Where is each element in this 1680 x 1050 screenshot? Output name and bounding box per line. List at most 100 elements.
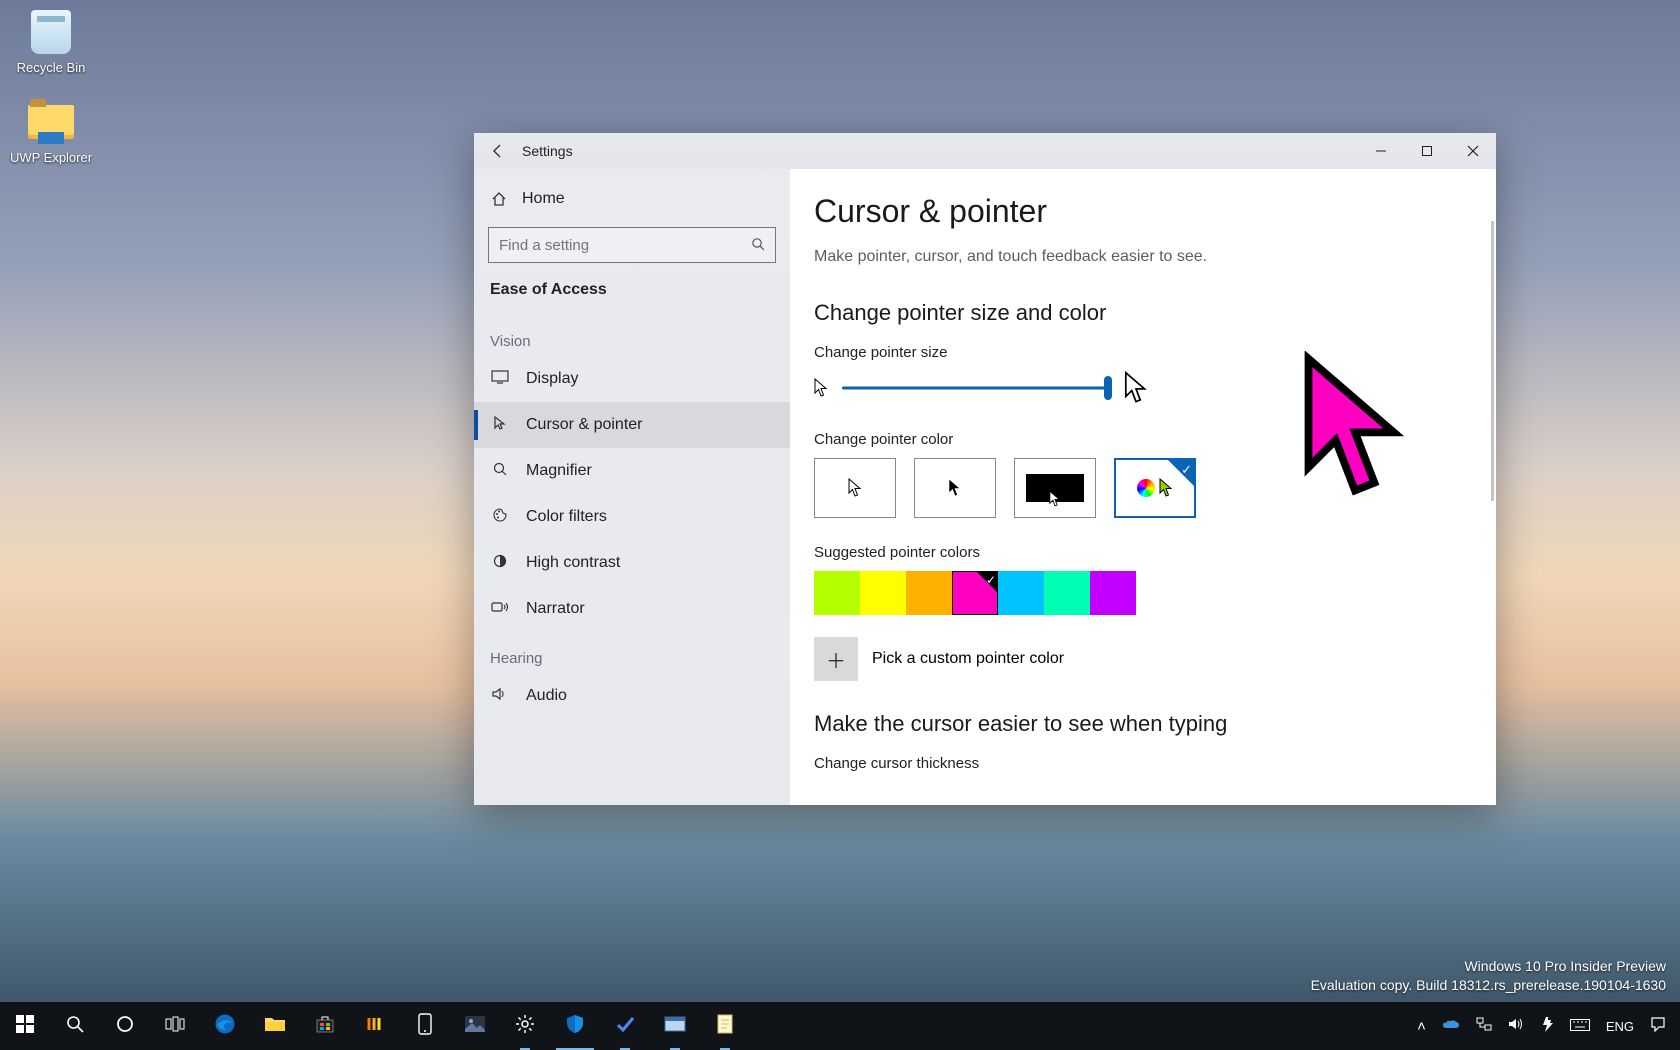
sidebar-group-vision: Vision (474, 315, 790, 356)
gear-icon (515, 1014, 535, 1039)
sidebar-item-audio[interactable]: Audio (474, 673, 790, 719)
onedrive-icon (1442, 1018, 1460, 1035)
desktop-icon-recycle-bin[interactable]: Recycle Bin (6, 6, 96, 75)
sidebar-item-display[interactable]: Display (474, 356, 790, 402)
pointer-size-slider[interactable] (842, 378, 1110, 398)
pointer-color-custom[interactable] (1114, 458, 1196, 518)
color-swatch[interactable] (998, 571, 1044, 615)
taskbar-item-search[interactable] (50, 1002, 100, 1050)
slider-thumb[interactable] (1104, 376, 1112, 400)
chevron-up-icon: ˄ (1417, 1018, 1426, 1035)
section-heading-cursor-typing: Make the cursor easier to see when typin… (814, 711, 1468, 737)
pointer-preview (1300, 351, 1410, 511)
sidebar-item-magnifier[interactable]: Magnifier (474, 448, 790, 494)
sidebar-item-cursor-pointer[interactable]: Cursor & pointer (474, 402, 790, 448)
pointer-color-inverted[interactable] (1014, 458, 1096, 518)
color-swatch[interactable] (906, 571, 952, 615)
close-button[interactable] (1450, 133, 1496, 169)
nav-label: Audio (526, 687, 567, 705)
tray-language[interactable]: ENG (1598, 1002, 1642, 1050)
note-icon (717, 1014, 733, 1039)
plus-icon: ＋ (826, 645, 846, 674)
color-swatch[interactable] (1044, 571, 1090, 615)
custom-color-row: ＋ Pick a custom pointer color (814, 637, 1468, 681)
cursor-inverted-icon (1049, 490, 1061, 508)
scrollbar[interactable] (1491, 221, 1494, 501)
nav-label: Cursor & pointer (526, 416, 643, 434)
taskbar-item-security[interactable] (550, 1002, 600, 1050)
color-swatch[interactable] (860, 571, 906, 615)
taskbar-item-edge[interactable] (200, 1002, 250, 1050)
taskbar-item-todo[interactable] (600, 1002, 650, 1050)
nav-label: High contrast (526, 554, 620, 572)
page-subtitle: Make pointer, cursor, and touch feedback… (814, 248, 1468, 266)
pointer-color-black[interactable] (914, 458, 996, 518)
taskbar-item-phone[interactable] (400, 1002, 450, 1050)
tray-onedrive[interactable] (1434, 1002, 1468, 1050)
sidebar-item-narrator[interactable]: Narrator (474, 586, 790, 632)
desktop-watermark: Windows 10 Pro Insider Preview Evaluatio… (1311, 957, 1666, 996)
color-swatch[interactable] (814, 571, 860, 615)
inverted-bg (1026, 474, 1084, 502)
taskbar: ˄ ENG (0, 1002, 1680, 1050)
settings-category: Ease of Access (474, 273, 790, 315)
nav-label: Color filters (526, 508, 607, 526)
recycle-bin-icon (25, 6, 77, 58)
tray-volume[interactable] (1500, 1002, 1532, 1050)
page-title: Cursor & pointer (814, 193, 1468, 230)
taskbar-item-store[interactable] (300, 1002, 350, 1050)
back-button[interactable] (474, 133, 522, 169)
pointer-color-white[interactable] (814, 458, 896, 518)
titlebar[interactable]: Settings (474, 133, 1496, 169)
taskbar-item-app1[interactable] (350, 1002, 400, 1050)
tray-action-center[interactable] (1642, 1002, 1674, 1050)
search-icon (66, 1015, 84, 1038)
taskbar-item-photos[interactable] (450, 1002, 500, 1050)
taskbar-item-settings[interactable] (500, 1002, 550, 1050)
color-swatch[interactable] (1090, 571, 1136, 615)
sidebar-home[interactable]: Home (474, 177, 790, 221)
system-tray: ˄ ENG (1409, 1002, 1680, 1050)
minimize-button[interactable] (1358, 133, 1404, 169)
tray-chevron[interactable]: ˄ (1409, 1002, 1434, 1050)
circle-icon (116, 1015, 134, 1038)
cursor-white-icon (848, 478, 862, 498)
settings-search[interactable] (488, 227, 776, 263)
network-icon (1476, 1017, 1492, 1035)
sidebar-item-high-contrast[interactable]: High contrast (474, 540, 790, 586)
desktop-icon-uwp-explorer[interactable]: UWP Explorer (6, 96, 96, 165)
pick-custom-color-button[interactable]: ＋ (814, 637, 858, 681)
color-swatch[interactable] (952, 571, 998, 615)
taskbar-item-notes[interactable] (700, 1002, 750, 1050)
notification-icon (1650, 1016, 1666, 1036)
speaker-icon (490, 687, 510, 706)
search-input[interactable] (499, 237, 743, 254)
settings-window: Settings Home Ease of Access Vision (474, 133, 1496, 805)
section-heading-size-color: Change pointer size and color (814, 300, 1468, 326)
taskbar-item-task-view[interactable] (150, 1002, 200, 1050)
sidebar-group-hearing: Hearing (474, 632, 790, 673)
cursor-small-icon (814, 378, 828, 398)
magnifier-icon (490, 461, 510, 482)
taskbar-item-file-explorer[interactable] (250, 1002, 300, 1050)
settings-sidebar: Home Ease of Access Vision Display Curso… (474, 169, 790, 805)
volume-icon (1508, 1017, 1524, 1035)
tray-keyboard[interactable] (1562, 1002, 1598, 1050)
cursor-thickness-label: Change cursor thickness (814, 755, 1468, 772)
taskview-icon (165, 1016, 185, 1037)
selected-check-icon (976, 571, 998, 593)
sidebar-item-color-filters[interactable]: Color filters (474, 494, 790, 540)
tray-network[interactable] (1468, 1002, 1500, 1050)
desktop-icon-label: Recycle Bin (6, 60, 96, 75)
selected-check-icon (1168, 460, 1194, 486)
taskbar-item-cortana[interactable] (100, 1002, 150, 1050)
maximize-button[interactable] (1404, 133, 1450, 169)
cursor-black-icon (948, 478, 962, 498)
tray-power[interactable] (1532, 1002, 1562, 1050)
bars-icon (365, 1014, 385, 1039)
suggested-color-swatches (814, 571, 1468, 615)
watermark-line1: Windows 10 Pro Insider Preview (1311, 957, 1666, 977)
folder-icon (264, 1015, 286, 1038)
taskbar-item-start[interactable] (0, 1002, 50, 1050)
taskbar-item-app2[interactable] (650, 1002, 700, 1050)
